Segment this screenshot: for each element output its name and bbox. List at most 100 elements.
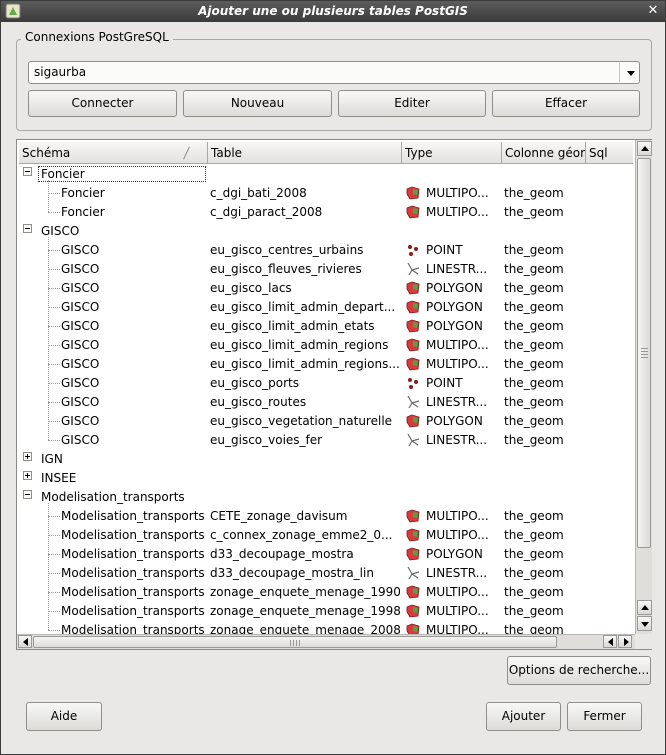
table-row[interactable]: GISCO eu_gisco_vegetation_naturelle POLYGO…	[19, 412, 635, 431]
multipolygon-icon	[406, 338, 420, 352]
sort-indicator-icon	[183, 146, 190, 160]
tables-tree-view[interactable]: Schéma Table Type Colonne géor Sql Fonci…	[16, 139, 652, 650]
table-row[interactable]: GISCO eu_gisco_routes LINESTR... the_geom	[19, 393, 635, 412]
table-row[interactable]: Foncier c_dgi_paract_2008 MULTIPO... the_ge…	[19, 203, 635, 222]
table-row[interactable]: GISCO eu_gisco_fleuves_rivieres LINESTR...…	[19, 260, 635, 279]
vertical-scroll-thumb[interactable]	[637, 158, 651, 548]
cell-schema: GISCO	[61, 281, 100, 295]
dialog-window: Ajouter une ou plusieurs tables PostGIS …	[0, 0, 666, 755]
table-row[interactable]: Modelisation_transports d33_decoupage_mos…	[19, 564, 635, 583]
cell-column: the_geom	[504, 376, 564, 390]
tree-rows: Foncier Foncier c_dgi_bati_2008 MULTIPO... t…	[19, 165, 635, 635]
qgis-app-icon	[5, 3, 21, 19]
linestring-icon	[406, 433, 420, 447]
tree-branch-line	[48, 592, 60, 593]
cell-schema: Modelisation_transports	[61, 528, 205, 542]
column-header-sql[interactable]: Sql	[586, 142, 633, 164]
cell-schema: GISCO	[61, 414, 100, 428]
tree-branch-line	[48, 269, 60, 270]
arrow-right-icon	[624, 638, 629, 646]
table-row[interactable]: Modelisation_transports zonage_enquete_me…	[19, 621, 635, 635]
column-header-schema[interactable]: Schéma	[19, 142, 208, 164]
tree-guide-line	[48, 180, 49, 212]
connect-button[interactable]: Connecter	[28, 90, 177, 117]
scroll-down-button[interactable]	[637, 616, 652, 631]
new-button[interactable]: Nouveau	[183, 90, 332, 117]
expand-icon[interactable]	[23, 452, 32, 461]
schema-node[interactable]: GISCO	[19, 222, 635, 241]
cell-table: eu_gisco_fleuves_rivieres	[210, 262, 362, 276]
table-row[interactable]: GISCO eu_gisco_lacs POLYGON the_geom	[19, 279, 635, 298]
help-button[interactable]: Aide	[26, 702, 102, 731]
collapse-icon[interactable]	[23, 490, 32, 499]
table-row[interactable]: GISCO eu_gisco_limit_admin_etats POLYGON th…	[19, 317, 635, 336]
cell-type: LINESTR...	[426, 566, 488, 580]
column-header-type[interactable]: Type	[402, 142, 502, 164]
close-window-icon[interactable]: ✕	[645, 3, 661, 19]
schema-node[interactable]: Modelisation_transports	[19, 488, 635, 507]
vertical-scrollbar[interactable]	[635, 140, 652, 634]
cell-schema: GISCO	[61, 243, 100, 257]
arrow-up-icon	[641, 605, 649, 610]
table-row[interactable]: Modelisation_transports d33_decoupage_mos…	[19, 545, 635, 564]
cell-column: the_geom	[504, 262, 564, 276]
grip-line	[641, 348, 648, 349]
linestring-icon	[406, 262, 420, 276]
cell-column: the_geom	[504, 338, 564, 352]
cell-column: the_geom	[504, 547, 564, 561]
table-row[interactable]: Modelisation_transports zonage_enquete_me…	[19, 602, 635, 621]
schema-node[interactable]: INSEE	[19, 469, 635, 488]
table-row[interactable]: Foncier c_dgi_bati_2008 MULTIPO... the_geom	[19, 184, 635, 203]
cell-schema: GISCO	[61, 395, 100, 409]
title-bar[interactable]: Ajouter une ou plusieurs tables PostGIS …	[1, 1, 665, 22]
column-header-table[interactable]: Table	[208, 142, 402, 164]
tree-branch-line	[48, 326, 60, 327]
chevron-down-icon[interactable]	[627, 71, 635, 76]
column-header-geometry-column[interactable]: Colonne géor	[502, 142, 586, 164]
tree-branch-line	[48, 212, 60, 213]
table-row[interactable]: GISCO eu_gisco_centres_urbains POINT the_ge…	[19, 241, 635, 260]
collapse-icon[interactable]	[23, 224, 32, 233]
horizontal-scrollbar[interactable]	[17, 634, 635, 649]
cell-table: c_dgi_bati_2008	[210, 186, 307, 200]
table-row[interactable]: GISCO eu_gisco_voies_fer LINESTR... the_geo…	[19, 431, 635, 450]
scroll-up-button[interactable]	[637, 141, 652, 156]
delete-button[interactable]: Effacer	[492, 90, 640, 117]
table-row[interactable]: Modelisation_transports zonage_enquete_me…	[19, 583, 635, 602]
scroll-left-button[interactable]	[18, 635, 32, 648]
scroll-up-button-lower[interactable]	[637, 600, 652, 615]
scroll-right-button[interactable]	[618, 635, 632, 648]
horizontal-scroll-thumb[interactable]	[33, 636, 557, 648]
add-button[interactable]: Ajouter	[486, 702, 561, 731]
table-row[interactable]: GISCO eu_gisco_limit_admin_regions... MULT…	[19, 355, 635, 374]
search-options-button[interactable]: Options de recherche...	[507, 656, 651, 685]
close-button[interactable]: Fermer	[567, 702, 642, 731]
table-row[interactable]: GISCO eu_gisco_limit_admin_depart... POLYG…	[19, 298, 635, 317]
table-row[interactable]: GISCO eu_gisco_ports POINT the_geom	[19, 374, 635, 393]
grip-line	[641, 357, 648, 358]
collapse-icon[interactable]	[23, 167, 32, 176]
scroll-left-button-right[interactable]	[603, 635, 617, 648]
cell-table: eu_gisco_limit_admin_regions...	[210, 357, 400, 371]
tree-branch-line	[48, 402, 60, 403]
point-icon	[406, 243, 420, 257]
table-row[interactable]: Modelisation_transports c_connex_zonage_e…	[19, 526, 635, 545]
cell-type: MULTIPO...	[426, 357, 489, 371]
cell-column: the_geom	[504, 604, 564, 618]
cell-type: MULTIPO...	[426, 186, 489, 200]
schema-node[interactable]: Foncier	[19, 165, 635, 184]
cell-table: c_dgi_paract_2008	[210, 205, 323, 219]
edit-button[interactable]: Editer	[338, 90, 486, 117]
cell-type: POLYGON	[426, 300, 483, 314]
cell-type: POLYGON	[426, 547, 483, 561]
table-row[interactable]: Modelisation_transports CETE_zonage_davis…	[19, 507, 635, 526]
table-row[interactable]: GISCO eu_gisco_limit_admin_regions MULTIPO…	[19, 336, 635, 355]
cell-column: the_geom	[504, 319, 564, 333]
grip-line	[293, 640, 294, 646]
schema-node[interactable]: IGN	[19, 450, 635, 469]
schema-name: Foncier	[38, 166, 206, 182]
expand-icon[interactable]	[23, 471, 32, 480]
connection-select[interactable]: sigaurba	[28, 61, 640, 84]
cell-schema: Modelisation_transports	[61, 547, 205, 561]
polygon-icon	[406, 281, 420, 295]
